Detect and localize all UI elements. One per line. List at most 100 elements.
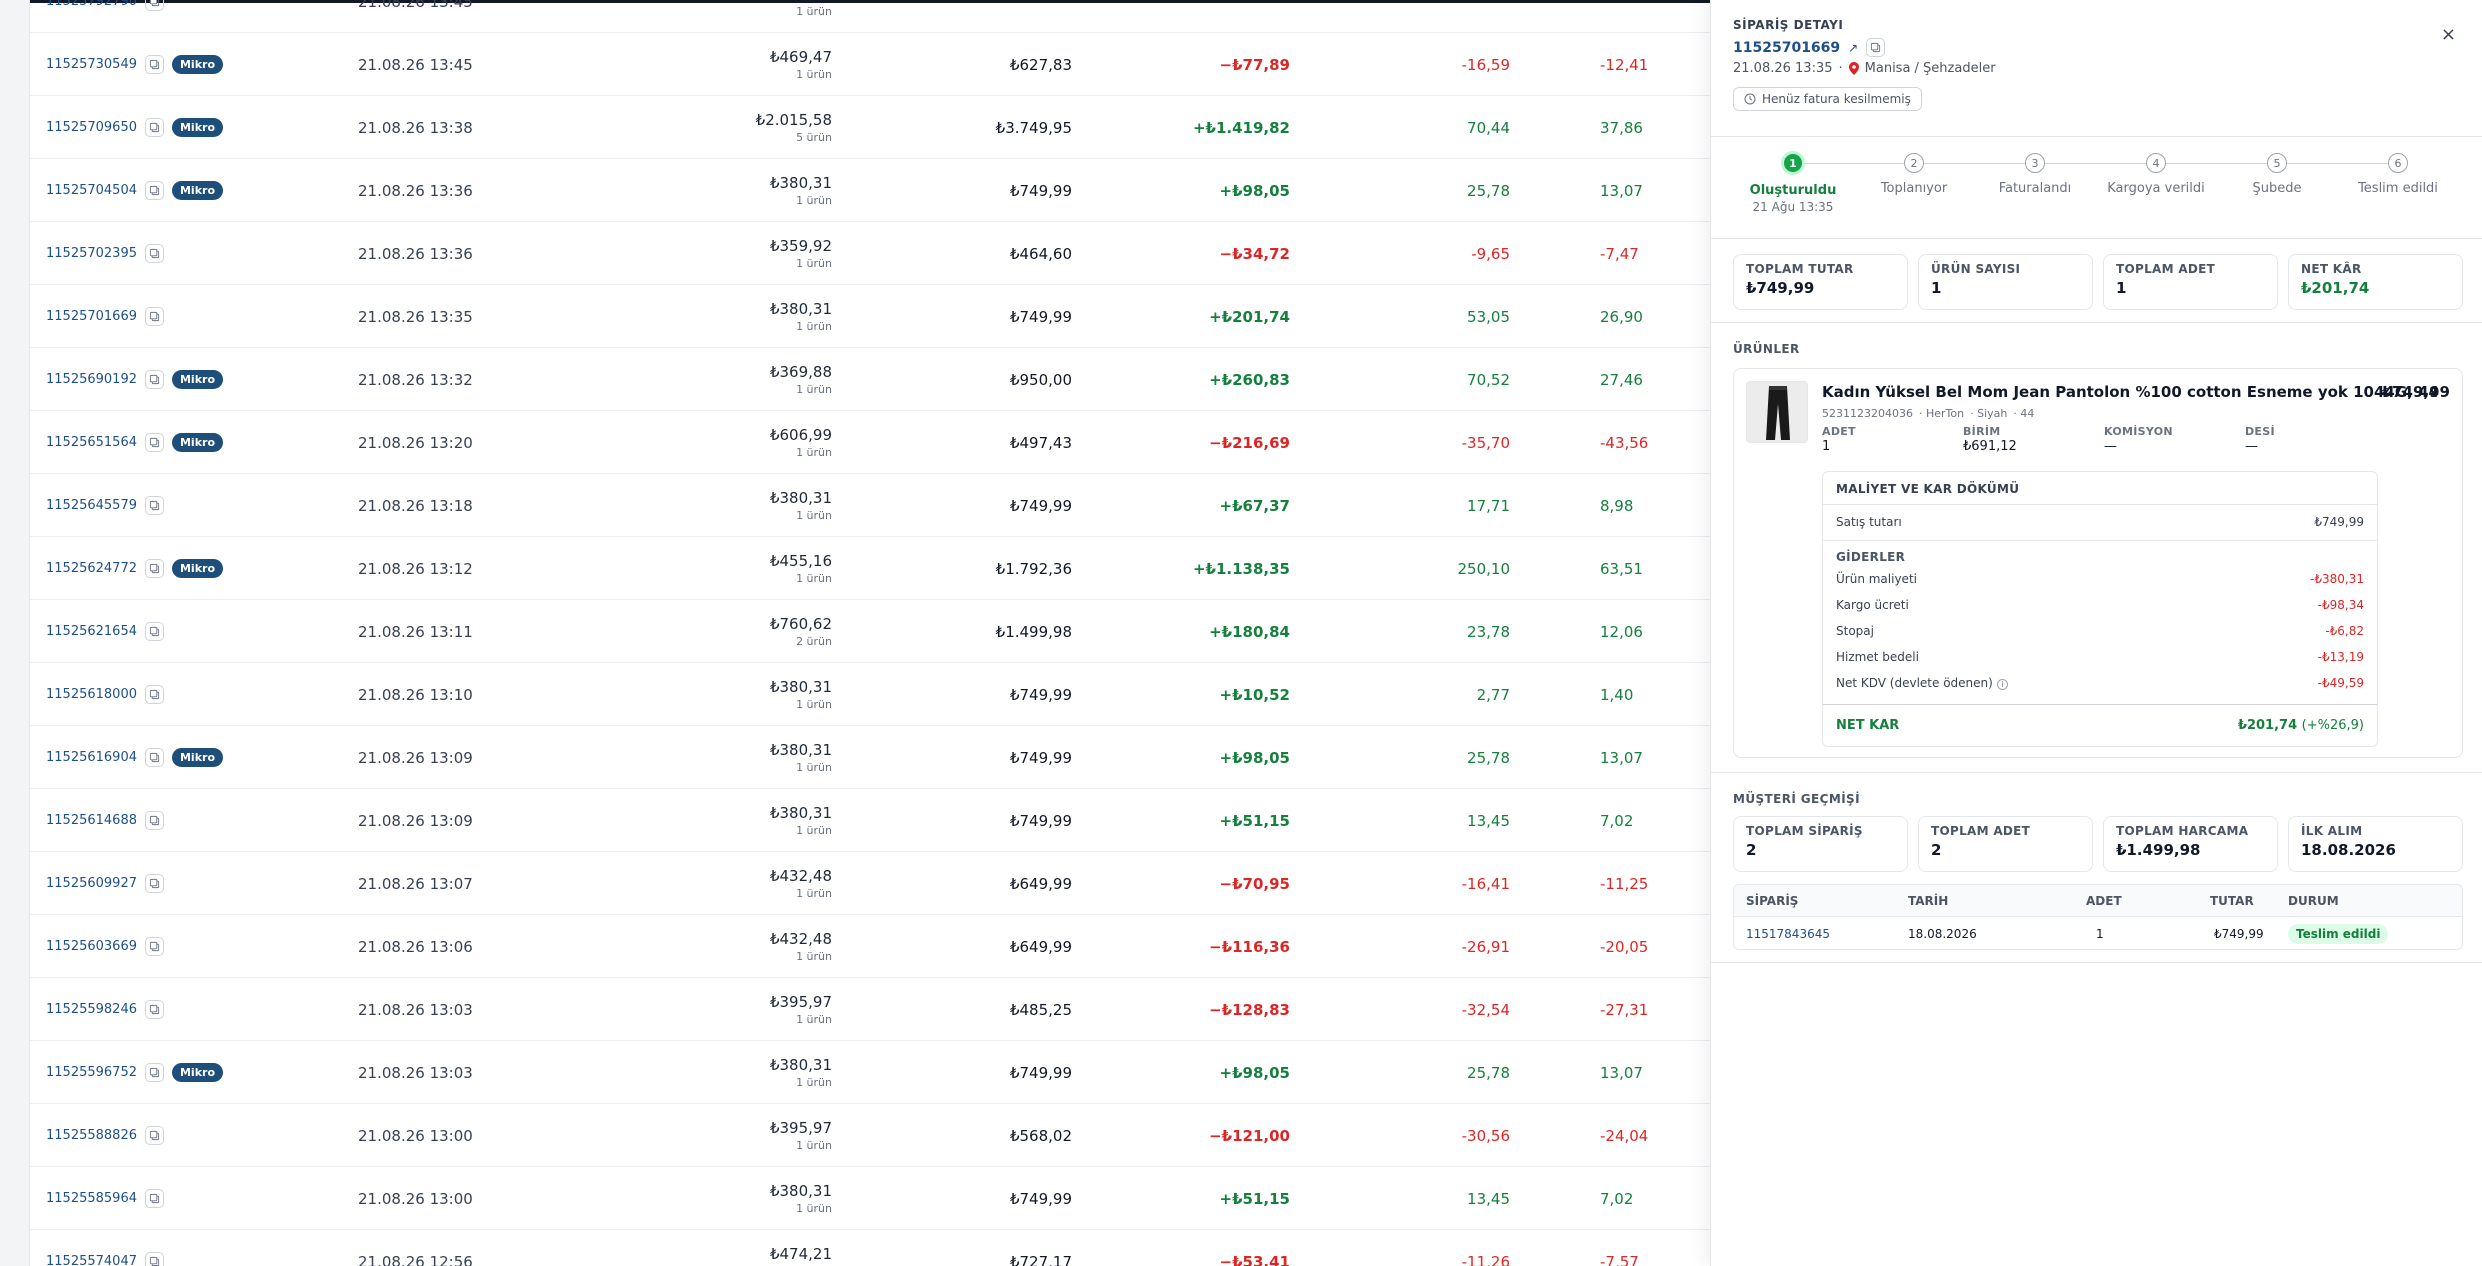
order-profit: +₺98,05 bbox=[1219, 748, 1290, 767]
table-row[interactable]: 11525596752 Mikro 21.08.26 13:03 ₺380,31 1 ü… bbox=[30, 1041, 1710, 1104]
order-cost: ₺474,21 bbox=[769, 1245, 832, 1263]
table-row[interactable]: 11525585964 21.08.26 13:00 ₺380,31 1 ürün ₺7… bbox=[30, 1167, 1710, 1230]
history-order-link[interactable]: 11517843645 bbox=[1746, 918, 1830, 950]
table-row[interactable]: 11525651564 Mikro 21.08.26 13:20 ₺606,99 1 ü… bbox=[30, 411, 1710, 474]
copy-order-id-button[interactable] bbox=[144, 748, 164, 767]
order-id-link[interactable]: 11525792790 bbox=[46, 0, 137, 9]
table-row[interactable]: 11525574047 21.08.26 12:56 ₺474,211 ürün ₺7… bbox=[30, 1230, 1710, 1266]
attr-label: BİRİM bbox=[1963, 425, 2001, 438]
stat-label: TOPLAM HARCAMA bbox=[2116, 824, 2249, 838]
order-id-link[interactable]: 11525645579 bbox=[46, 498, 137, 513]
order-id-link[interactable]: 11525621654 bbox=[46, 624, 137, 639]
table-row[interactable]: 11525616904 Mikro 21.08.26 13:09 ₺380,31 1 ü… bbox=[30, 726, 1710, 789]
copy-order-id-button[interactable] bbox=[1866, 38, 1886, 57]
table-row[interactable]: 11525709650 Mikro 21.08.26 13:38 ₺2.015,58 5… bbox=[30, 96, 1710, 159]
order-id-link[interactable]: 11525574047 bbox=[46, 1254, 137, 1266]
order-id-link[interactable]: 11525614688 bbox=[46, 813, 137, 828]
table-row[interactable]: 11525598246 21.08.26 13:03 ₺395,97 1 ürün ₺4… bbox=[30, 978, 1710, 1041]
copy-order-id-button[interactable] bbox=[144, 370, 164, 389]
order-item-count: 1 ürün bbox=[796, 1076, 832, 1089]
order-id-cell: 11525709650 Mikro bbox=[46, 96, 223, 159]
order-cost-cell: ₺395,97 1 ürün bbox=[770, 978, 832, 1041]
mikro-badge: Mikro bbox=[171, 118, 223, 137]
order-cost: ₺380,31 bbox=[769, 804, 832, 822]
copy-order-id-button[interactable] bbox=[144, 1252, 164, 1266]
order-id-link[interactable]: 11525609927 bbox=[46, 876, 137, 891]
order-id-link[interactable]: 11525702395 bbox=[46, 246, 137, 261]
order-id-link[interactable]: 11525598246 bbox=[46, 1002, 137, 1017]
copy-icon bbox=[149, 1067, 160, 1078]
copy-order-id-button[interactable] bbox=[144, 811, 164, 830]
close-panel-button[interactable]: × bbox=[2441, 24, 2456, 45]
order-id-link[interactable]: 11525651564 bbox=[46, 435, 137, 450]
order-id-link[interactable]: 11525709650 bbox=[46, 120, 137, 135]
copy-order-id-button[interactable] bbox=[144, 433, 164, 452]
order-id-link[interactable]: 11525704504 bbox=[46, 183, 137, 198]
panel-order-id-link[interactable]: 11525701669 bbox=[1733, 40, 1840, 56]
order-sale-amount: ₺649,99 bbox=[1009, 874, 1072, 893]
table-row[interactable]: 11525702395 21.08.26 13:36 ₺359,92 1 ürün ₺4… bbox=[30, 222, 1710, 285]
table-row[interactable]: 11525792790 21.08.26 13:45 ₺373,16 1 ürün bbox=[30, 0, 1710, 33]
table-row[interactable]: 11525730549 Mikro 21.08.26 13:45 ₺469,47 1 ü… bbox=[30, 33, 1710, 96]
order-id-link[interactable]: 11525588826 bbox=[46, 1128, 137, 1143]
order-id-link[interactable]: 11525596752 bbox=[46, 1065, 137, 1080]
order-sale-amount: ₺749,99 bbox=[1009, 811, 1072, 830]
external-link-icon[interactable]: ↗ bbox=[1848, 41, 1858, 55]
table-row[interactable]: 11525624772 Mikro 21.08.26 13:12 ₺455,16 1 ü… bbox=[30, 537, 1710, 600]
stat-card: ÜRÜN SAYISI 1 bbox=[1918, 254, 2093, 310]
order-id-link[interactable]: 11525624772 bbox=[46, 561, 137, 576]
order-sale-amount: ₺3.749,95 bbox=[995, 118, 1072, 137]
copy-order-id-button[interactable] bbox=[144, 874, 164, 893]
table-row[interactable]: 11525701669 21.08.26 13:35 ₺380,31 1 ürün ₺7… bbox=[30, 285, 1710, 348]
order-id-link[interactable]: 11525690192 bbox=[46, 372, 137, 387]
attr-label: KOMİSYON bbox=[2104, 425, 2173, 438]
product-thumbnail[interactable] bbox=[1746, 381, 1808, 443]
copy-order-id-button[interactable] bbox=[144, 307, 164, 326]
copy-order-id-button[interactable] bbox=[144, 0, 164, 11]
order-roi: 7,02 bbox=[1600, 811, 1634, 830]
expense-label-text: Kargo ücreti bbox=[1836, 598, 1909, 612]
copy-order-id-button[interactable] bbox=[144, 1126, 164, 1145]
order-item-count: 1 ürün bbox=[796, 320, 832, 333]
table-row[interactable]: 11525621654 21.08.26 13:11 ₺760,62 2 ürün ₺1… bbox=[30, 600, 1710, 663]
order-id-link[interactable]: 11525616904 bbox=[46, 750, 137, 765]
copy-order-id-button[interactable] bbox=[144, 496, 164, 515]
copy-order-id-button[interactable] bbox=[144, 181, 164, 200]
table-row[interactable]: 11525614688 21.08.26 13:09 ₺380,31 1 ürün ₺7… bbox=[30, 789, 1710, 852]
copy-icon bbox=[149, 0, 160, 7]
product-price: ₺749,99 bbox=[2381, 383, 2450, 401]
table-row[interactable]: 11525609927 21.08.26 13:07 ₺432,48 1 ürün ₺6… bbox=[30, 852, 1710, 915]
order-margin: -16,59 bbox=[1461, 55, 1510, 74]
copy-order-id-button[interactable] bbox=[144, 622, 164, 641]
table-row[interactable]: 11525704504 Mikro 21.08.26 13:36 ₺380,31 1 ü… bbox=[30, 159, 1710, 222]
order-id-link[interactable]: 11525730549 bbox=[46, 57, 137, 72]
copy-order-id-button[interactable] bbox=[144, 1063, 164, 1082]
table-row[interactable]: 11525603669 21.08.26 13:06 ₺432,48 1 ürün ₺6… bbox=[30, 915, 1710, 978]
copy-order-id-button[interactable] bbox=[144, 685, 164, 704]
copy-order-id-button[interactable] bbox=[144, 244, 164, 263]
copy-order-id-button[interactable] bbox=[144, 559, 164, 578]
copy-order-id-button[interactable] bbox=[144, 1000, 164, 1019]
stat-label: ÜRÜN SAYISI bbox=[1931, 262, 2021, 276]
copy-order-id-button[interactable] bbox=[144, 55, 164, 74]
order-id-cell: 11525598246 bbox=[46, 978, 164, 1041]
table-row[interactable]: 11525618000 21.08.26 13:10 ₺380,31 1 ürün ₺7… bbox=[30, 663, 1710, 726]
order-id-cell: 11525704504 Mikro bbox=[46, 159, 223, 222]
copy-order-id-button[interactable] bbox=[144, 118, 164, 137]
stat-value: ₺1.499,98 bbox=[2116, 841, 2201, 859]
order-id-link[interactable]: 11525618000 bbox=[46, 687, 137, 702]
info-icon[interactable]: i bbox=[1996, 679, 2008, 690]
attr-value: — bbox=[2245, 439, 2258, 454]
order-id-link[interactable]: 11525585964 bbox=[46, 1191, 137, 1206]
table-row[interactable]: 11525645579 21.08.26 13:18 ₺380,31 1 ürün ₺7… bbox=[30, 474, 1710, 537]
order-item-count: 1 ürün bbox=[796, 1013, 832, 1026]
order-sale-amount: ₺568,02 bbox=[1009, 1126, 1072, 1145]
attr-value: 1 bbox=[1822, 439, 1831, 454]
order-id-link[interactable]: 11525701669 bbox=[46, 309, 137, 324]
table-row[interactable]: 11525690192 Mikro 21.08.26 13:32 ₺369,88 1 ü… bbox=[30, 348, 1710, 411]
copy-order-id-button[interactable] bbox=[144, 1189, 164, 1208]
table-row[interactable]: 11525588826 21.08.26 13:00 ₺395,97 1 ürün ₺5… bbox=[30, 1104, 1710, 1167]
order-id-link[interactable]: 11525603669 bbox=[46, 939, 137, 954]
copy-order-id-button[interactable] bbox=[144, 937, 164, 956]
status-step-4: 4 Kargoya verildi bbox=[2096, 153, 2216, 196]
